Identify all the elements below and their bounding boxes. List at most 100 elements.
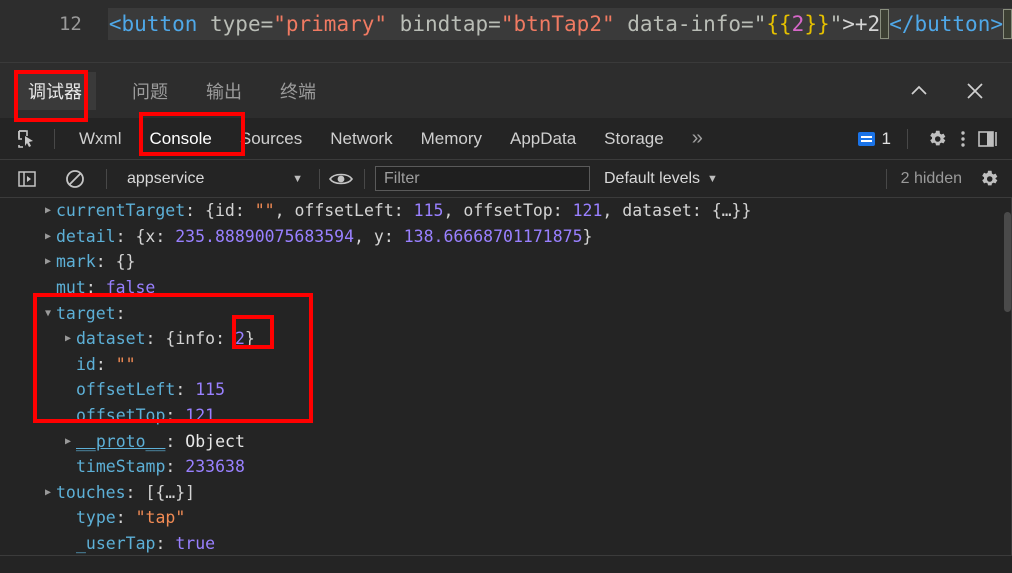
kebab-menu-icon[interactable]	[950, 126, 976, 152]
disclosure-collapsed-icon[interactable]: ▶	[40, 487, 56, 498]
console-sidebar-icon[interactable]	[14, 166, 40, 192]
console-property-row[interactable]: ·offsetLeft: 115	[0, 377, 1012, 403]
tab-console[interactable]: Console	[135, 125, 225, 153]
console-token: "tap"	[135, 508, 186, 528]
code-token: "btnTap2"	[500, 12, 615, 36]
console-token: :	[85, 278, 106, 298]
disclosure-collapsed-icon[interactable]: ▶	[40, 231, 56, 242]
console-token: }	[582, 226, 593, 246]
tab-wxml[interactable]: Wxml	[65, 125, 135, 153]
code-tokens: <button type="primary" bindtap="btnTap2"…	[109, 12, 880, 36]
disclosure-collapsed-icon[interactable]: ▶	[40, 205, 56, 216]
console-property-row[interactable]: ▶ touches: [{…}]	[0, 480, 1012, 506]
console-token: target	[56, 303, 116, 323]
code-token: {{	[766, 12, 792, 36]
console-token: 233638	[185, 457, 245, 477]
devtools-tabbar-actions: 1	[857, 126, 1012, 152]
code-line-content[interactable]: <button type="primary" bindtap="btnTap2"…	[107, 8, 1012, 40]
console-context-label: appservice	[127, 169, 205, 187]
console-token: false	[105, 278, 156, 298]
chevron-up-icon[interactable]	[906, 78, 932, 104]
code-token: }}	[804, 12, 830, 36]
console-token: :	[234, 201, 255, 221]
panel-tab-1[interactable]: 问题	[130, 72, 170, 110]
console-token: id	[214, 201, 235, 221]
console-output[interactable]: ▶ currentTarget: {id: "", offsetLeft: 115…	[0, 198, 1012, 555]
disclosure-collapsed-icon[interactable]: ▶	[40, 256, 56, 267]
code-closing-tag: </button>	[889, 12, 1003, 36]
console-token: :	[115, 303, 126, 323]
live-expression-icon[interactable]	[328, 166, 354, 192]
console-property-row[interactable]: ·id: ""	[0, 352, 1012, 378]
text-caret	[880, 9, 890, 39]
tab-overflow-button[interactable]: »	[678, 127, 717, 150]
devtools-tab-bar: Wxml Console Sources Network Memory AppData St…	[0, 118, 1012, 160]
disclosure-collapsed-icon[interactable]: ▶	[60, 333, 76, 344]
tab-network[interactable]: Network	[316, 125, 406, 153]
toolbar-separator-1	[106, 168, 107, 189]
console-settings-gear-icon[interactable]	[976, 166, 1002, 192]
log-levels-select[interactable]: Default levels ▼	[604, 170, 718, 188]
console-token: ""	[115, 354, 136, 374]
disclosure-spacer: ·	[60, 538, 76, 549]
console-token: 121	[185, 406, 216, 426]
console-rows: ▶ currentTarget: {id: "", offsetLeft: 115…	[0, 198, 1012, 555]
console-context-select[interactable]: appservice ▼	[119, 170, 311, 188]
clear-console-icon[interactable]	[62, 166, 88, 192]
console-property-row[interactable]: ·offsetTop: 121	[0, 403, 1012, 429]
dock-side-icon[interactable]	[976, 126, 1002, 152]
console-token: offsetTop	[76, 406, 166, 426]
code-editor-strip: 12 <button type="primary" bindtap="btnTa…	[0, 0, 1012, 62]
console-token: timeStamp	[76, 457, 166, 477]
console-token: :	[115, 508, 136, 528]
console-property-row[interactable]: ·_userTap: true	[0, 531, 1012, 555]
console-token: : {	[185, 201, 215, 221]
console-token: offsetLeft	[76, 380, 176, 400]
toolbar-separator-4	[885, 168, 887, 189]
tab-appdata[interactable]: AppData	[496, 125, 590, 153]
code-token: bindtap=	[387, 12, 501, 36]
console-scrollbar-thumb[interactable]	[1004, 212, 1011, 312]
disclosure-collapsed-icon[interactable]: ▶	[60, 436, 76, 447]
panel-tab-0[interactable]: 调试器	[14, 71, 96, 110]
console-token: }	[244, 329, 255, 349]
console-token: true	[175, 534, 216, 554]
disclosure-expanded-icon[interactable]: ▼	[40, 308, 56, 319]
toolbar-separator-2	[319, 168, 320, 189]
toolbar-separator-3	[364, 168, 365, 189]
console-token: :	[165, 406, 186, 426]
tabbar-separator	[54, 128, 55, 149]
console-property-row[interactable]: ▶ mark: {}	[0, 249, 1012, 275]
console-token: ""	[254, 201, 275, 221]
console-token: , dataset: {…}}	[602, 201, 752, 221]
inspect-element-icon[interactable]	[10, 129, 44, 149]
console-property-row[interactable]: ▼ target:	[0, 300, 1012, 326]
console-property-row[interactable]: ▶ currentTarget: {id: "", offsetLeft: 115…	[0, 198, 1012, 224]
panel-tab-2[interactable]: 输出	[204, 72, 244, 110]
console-property-row[interactable]: ·mut: false	[0, 275, 1012, 301]
console-property-row[interactable]: ▶ __proto__: Object	[0, 428, 1012, 454]
gear-icon[interactable]	[924, 126, 950, 152]
panel-tab-3[interactable]: 终端	[278, 72, 318, 110]
console-token: 115	[413, 201, 444, 221]
console-token: : {}	[95, 252, 136, 272]
code-token: 2	[791, 12, 805, 36]
console-property-row[interactable]: ▶ detail: {x: 235.88890075683594, y: 138.…	[0, 224, 1012, 250]
disclosure-spacer: ·	[40, 282, 56, 293]
console-token: 115	[195, 380, 226, 400]
console-property-row[interactable]: ▶ dataset: {info: 2}	[0, 326, 1012, 352]
tab-storage[interactable]: Storage	[590, 125, 678, 153]
disclosure-spacer: ·	[60, 384, 76, 395]
console-token: , offsetLeft:	[274, 201, 414, 221]
chevron-down-icon: ▼	[292, 172, 303, 185]
code-line[interactable]: 12 <button type="primary" bindtap="btnTa…	[0, 8, 1012, 40]
console-property-row[interactable]: ·timeStamp: 233638	[0, 454, 1012, 480]
console-prompt[interactable]	[0, 555, 1012, 573]
console-property-row[interactable]: ·type: "tap"	[0, 505, 1012, 531]
filter-input[interactable]	[375, 166, 590, 191]
close-icon[interactable]	[962, 78, 988, 104]
tab-sources[interactable]: Sources	[226, 125, 316, 153]
tab-memory[interactable]: Memory	[407, 125, 496, 153]
console-toolbar: appservice ▼ Default levels ▼ 2 hidden	[0, 160, 1012, 198]
message-count-badge[interactable]: 1	[857, 129, 891, 149]
